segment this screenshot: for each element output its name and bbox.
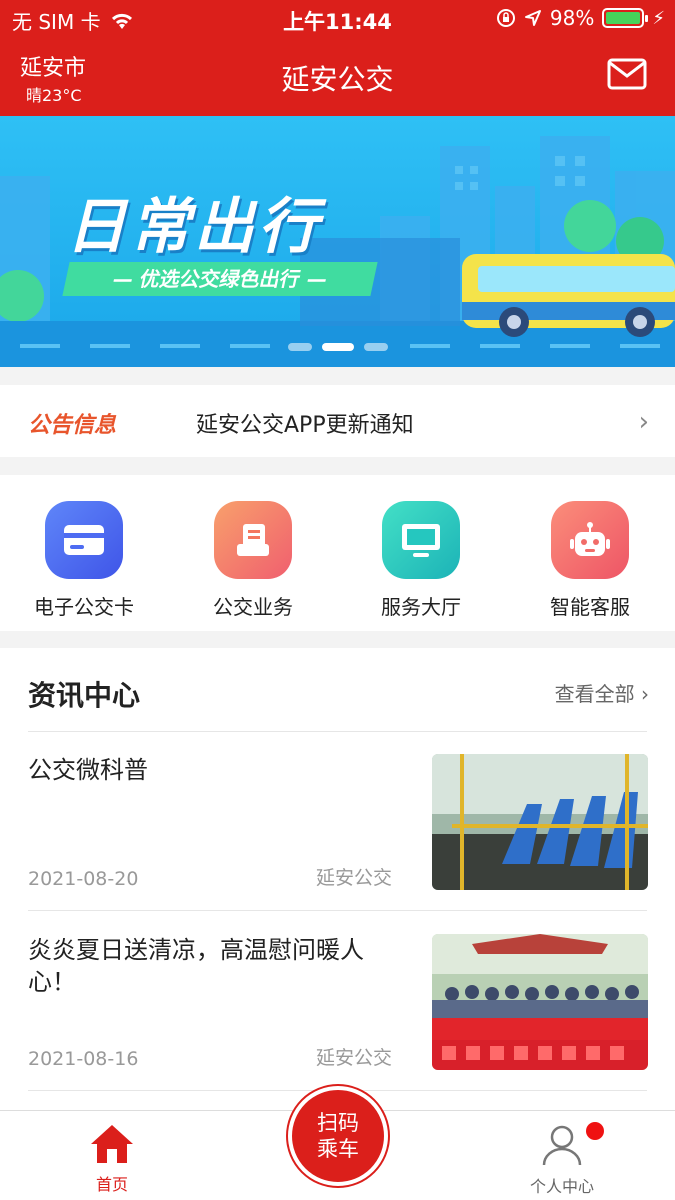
news-item-source: 延安公交 [316, 867, 393, 889]
news-heading: 资讯中心 [28, 679, 141, 712]
news-item-thumbnail [432, 754, 648, 890]
notice-text[interactable]: 延安公交APP更新通知 [196, 407, 414, 439]
location-icon [524, 10, 541, 26]
battery-percent: 98% [549, 6, 595, 30]
card-icon [45, 501, 123, 579]
home-icon [91, 1125, 133, 1163]
carousel-dot[interactable] [287, 343, 312, 351]
news-section: 资讯中心 查看全部 › 公交微科普 2021-08-20 延安公交 炎炎夏日送清… [0, 648, 675, 1110]
news-item-date: 2021-08-20 [28, 868, 139, 890]
promo-banner[interactable]: 日常出行 — 优选公交绿色出行 — [0, 116, 675, 367]
news-item-source: 延安公交 [316, 1047, 393, 1069]
news-item-thumbnail [432, 934, 648, 1070]
mail-icon[interactable] [607, 57, 647, 91]
quick-item-label: 公交业务 [213, 595, 293, 619]
quick-item-label: 服务大厅 [381, 595, 461, 619]
rotation-lock-icon [496, 9, 515, 27]
notice-label: 公告信息 [28, 413, 117, 438]
chevron-right-icon: › [638, 407, 649, 437]
banner-title: 日常出行 [66, 192, 322, 262]
divider [28, 910, 647, 911]
tab-home[interactable]: 首页 [82, 1123, 142, 1195]
news-item-title: 炎炎夏日送清凉，高温慰问暖人心！ [28, 936, 364, 996]
charging-icon: ⚡ [652, 7, 665, 29]
quick-menu: 电子公交卡 公交业务 服务大厅 智能客服 [0, 475, 675, 631]
quick-item-ai-service[interactable]: 智能客服 [510, 501, 670, 620]
quick-item-e-card[interactable]: 电子公交卡 [4, 501, 164, 620]
quick-item-label: 电子公交卡 [34, 595, 134, 619]
divider [28, 731, 647, 732]
scan-line1: 扫码 [317, 1111, 359, 1135]
status-bar: 无 SIM 卡 上午11:44 98% ⚡ [0, 0, 675, 38]
notice-bar[interactable]: 公告信息 延安公交APP更新通知 › [0, 385, 675, 457]
news-item[interactable]: 公交微科普 2021-08-20 延安公交 [28, 754, 648, 890]
tab-profile-label: 个人中心 [529, 1177, 594, 1196]
page-title: 延安公交 [281, 63, 394, 96]
view-all-link[interactable]: 查看全部 › [555, 678, 649, 707]
news-item-title: 公交微科普 [28, 756, 148, 784]
quick-item-business[interactable]: 公交业务 [173, 501, 333, 620]
banner-subtitle: — 优选公交绿色出行 — [62, 262, 378, 296]
scan-line2: 乘车 [317, 1137, 359, 1161]
user-icon [542, 1125, 582, 1166]
app-header: 无 SIM 卡 上午11:44 98% ⚡ 延安市 晴23°C 延安公交 [0, 0, 675, 116]
tab-home-label: 首页 [95, 1175, 128, 1194]
document-icon [214, 501, 292, 579]
news-item-date: 2021-08-16 [28, 1048, 139, 1070]
robot-icon [551, 501, 629, 579]
carousel-dot[interactable] [363, 343, 388, 351]
notification-badge [586, 1122, 604, 1140]
news-item[interactable]: 炎炎夏日送清凉，高温慰问暖人心！ 2021-08-16 延安公交 [28, 934, 648, 1070]
scan-ride-button[interactable]: 扫码 乘车 [288, 1086, 388, 1186]
battery-icon [602, 8, 649, 28]
monitor-icon [382, 501, 460, 579]
quick-item-label: 智能客服 [550, 595, 630, 619]
quick-item-service-hall[interactable]: 服务大厅 [341, 501, 501, 620]
carousel-indicator [0, 343, 675, 351]
carousel-dot[interactable] [321, 343, 354, 351]
